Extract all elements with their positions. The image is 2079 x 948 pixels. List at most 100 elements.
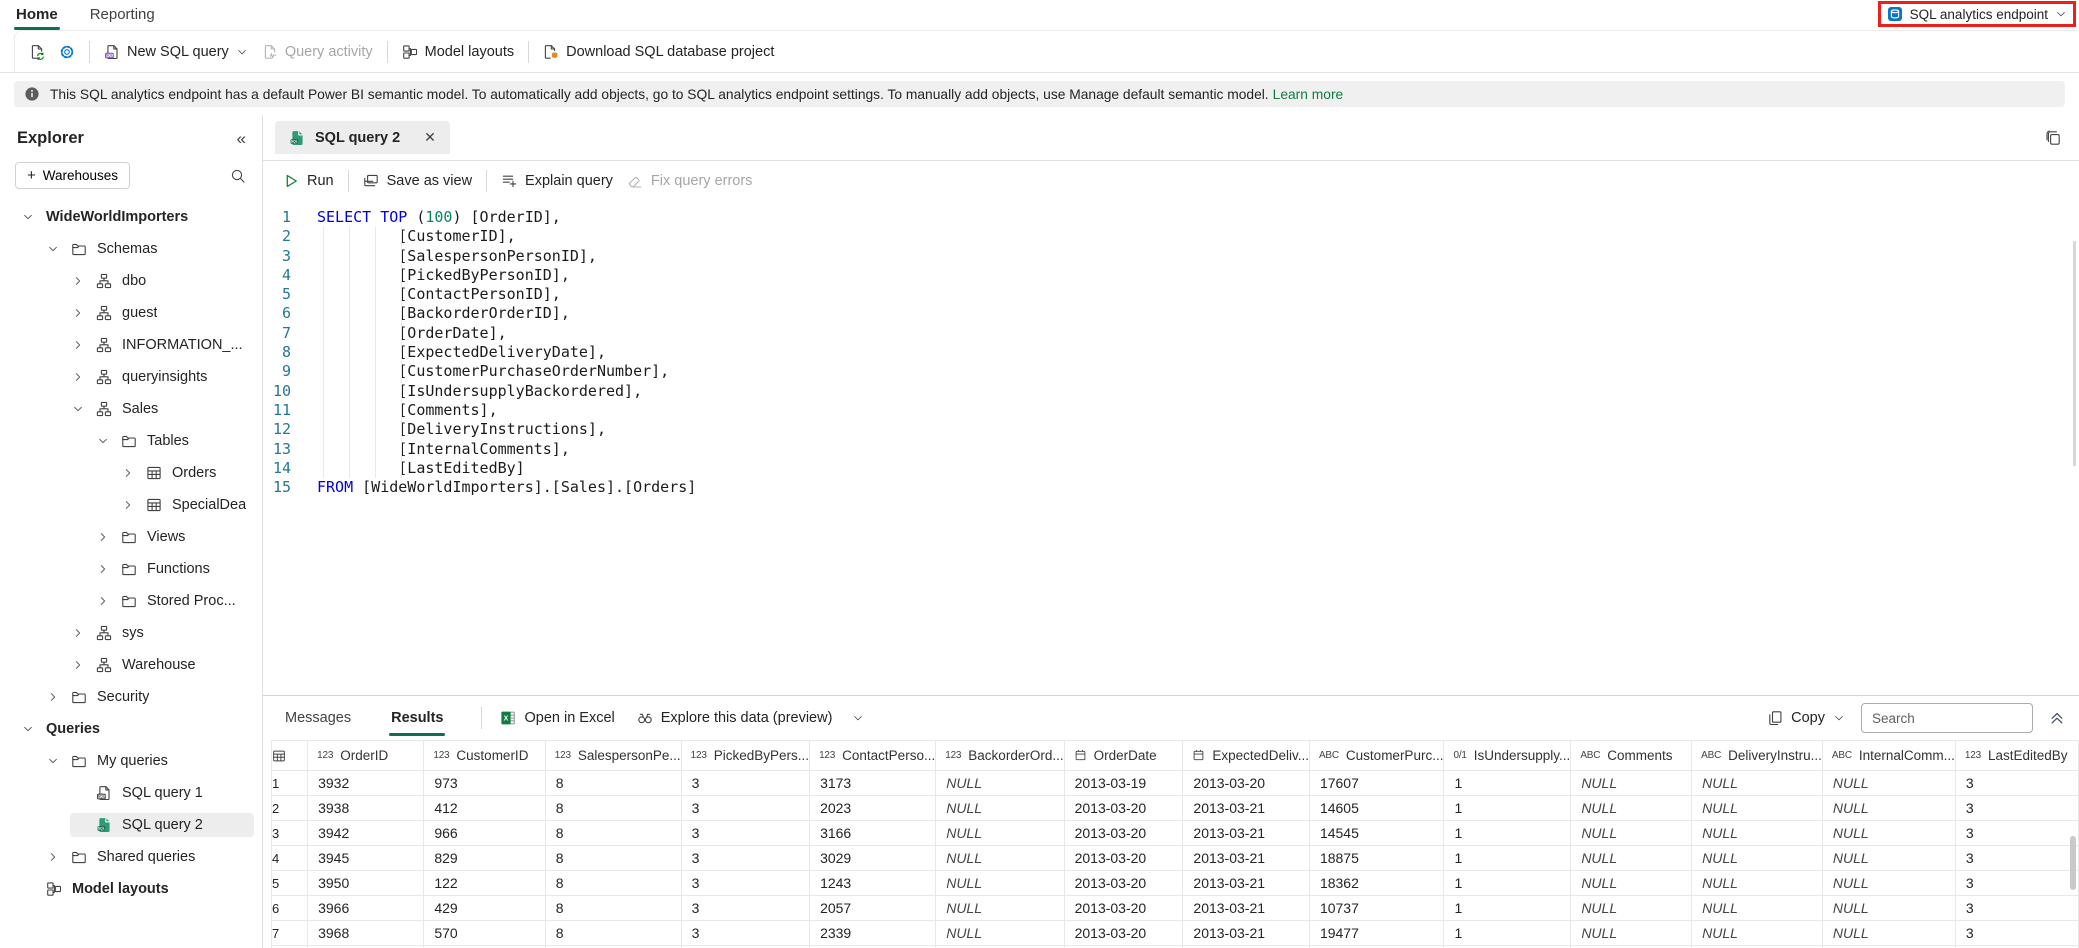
cell[interactable]: 3 — [680, 845, 811, 871]
row-number[interactable]: 7 — [271, 920, 309, 946]
cell[interactable]: 412 — [423, 795, 546, 821]
chevron-right-icon[interactable] — [45, 849, 61, 865]
close-tab-icon[interactable]: ✕ — [424, 129, 436, 146]
cell[interactable]: 8 — [544, 770, 682, 796]
tab-sql-query-2[interactable]: SQL SQL query 2 ✕ — [275, 121, 450, 154]
cell[interactable]: 3 — [1954, 895, 2079, 921]
chevron-down-icon[interactable] — [95, 433, 111, 449]
cell[interactable]: 1 — [1443, 845, 1572, 871]
chevron-down-icon[interactable] — [20, 209, 36, 225]
duplicate-pages-icon[interactable] — [2045, 129, 2061, 146]
tree-item-schemas[interactable]: Schemas — [0, 233, 262, 265]
column-header-orderdate[interactable]: OrderDate — [1063, 740, 1184, 771]
chevron-right-icon[interactable] — [45, 689, 61, 705]
search-icon[interactable] — [230, 168, 246, 184]
cell[interactable]: 2013-03-20 — [1182, 770, 1310, 796]
cell[interactable]: 3 — [680, 870, 811, 896]
cell[interactable]: 2013-03-21 — [1182, 795, 1310, 821]
tree-item-guest[interactable]: guest — [0, 297, 262, 329]
chevron-right-icon[interactable] — [70, 273, 86, 289]
refresh-semantic-model-button[interactable] — [29, 44, 45, 60]
tree-item-sql-query-1[interactable]: SQL SQL query 1 — [0, 777, 262, 809]
cell[interactable]: 2013-03-21 — [1182, 870, 1310, 896]
cell[interactable]: 8 — [544, 845, 682, 871]
column-header-backorderord[interactable]: 123 BackorderOrd... — [935, 740, 1065, 771]
cell[interactable]: 3 — [680, 820, 811, 846]
cell[interactable]: 3942 — [307, 820, 425, 846]
cell[interactable]: 3 — [680, 920, 811, 946]
cell[interactable]: NULL — [935, 820, 1065, 846]
cell[interactable]: 3968 — [307, 920, 425, 946]
cell[interactable]: 8 — [544, 820, 682, 846]
column-header-expecteddeliv[interactable]: ExpectedDeliv... — [1182, 740, 1310, 771]
cell[interactable]: NULL — [1821, 795, 1956, 821]
cell[interactable]: NULL — [1821, 895, 1956, 921]
tree-item-information[interactable]: INFORMATION_... — [0, 329, 262, 361]
copy-button[interactable]: Copy — [1767, 710, 1845, 726]
cell[interactable]: 966 — [423, 820, 546, 846]
cell[interactable]: 2013-03-19 — [1063, 770, 1184, 796]
cell[interactable]: 1 — [1443, 820, 1572, 846]
cell[interactable]: 3 — [1954, 820, 2079, 846]
cell[interactable]: 18875 — [1308, 845, 1445, 871]
cell[interactable]: NULL — [1570, 870, 1693, 896]
cell[interactable]: 3 — [680, 795, 811, 821]
chevron-right-icon[interactable] — [70, 625, 86, 641]
results-scrollbar-thumb[interactable] — [2070, 836, 2076, 890]
cell[interactable]: 3966 — [307, 895, 425, 921]
cell[interactable]: NULL — [935, 920, 1065, 946]
cell[interactable]: 14545 — [1308, 820, 1445, 846]
cell[interactable]: 122 — [423, 870, 546, 896]
tree-item-orders[interactable]: Orders — [0, 457, 262, 489]
cell[interactable]: 3938 — [307, 795, 425, 821]
select-all-corner[interactable] — [271, 740, 309, 771]
row-number[interactable]: 6 — [271, 895, 309, 921]
column-header-customerpurc[interactable]: ABC CustomerPurc... — [1308, 740, 1445, 771]
cell[interactable]: 1 — [1443, 870, 1572, 896]
cell[interactable]: 3 — [680, 770, 811, 796]
cell[interactable]: 14605 — [1308, 795, 1445, 821]
cell[interactable]: 1 — [1443, 895, 1572, 921]
tree-item-specialdea[interactable]: SpecialDea — [0, 489, 262, 521]
cell[interactable]: 2013-03-20 — [1063, 920, 1184, 946]
column-header-isundersupply[interactable]: 0/1 IsUndersupply... — [1443, 740, 1572, 771]
cell[interactable]: 2013-03-20 — [1063, 895, 1184, 921]
cell[interactable]: NULL — [1691, 920, 1823, 946]
tab-reporting[interactable]: Reporting — [88, 0, 157, 31]
column-header-internalcomm[interactable]: ABC InternalComm... — [1821, 740, 1956, 771]
tree-item-sys[interactable]: sys — [0, 617, 262, 649]
tree-item-views[interactable]: Views — [0, 521, 262, 553]
cell[interactable]: NULL — [1691, 820, 1823, 846]
cell[interactable]: 2013-03-21 — [1182, 895, 1310, 921]
cell[interactable]: 2013-03-20 — [1063, 820, 1184, 846]
cell[interactable]: 2013-03-21 — [1182, 820, 1310, 846]
row-number[interactable]: 3 — [271, 820, 309, 846]
save-as-view-button[interactable]: Save as view — [363, 173, 472, 189]
tree-item-functions[interactable]: Functions — [0, 553, 262, 585]
cell[interactable]: NULL — [1570, 920, 1693, 946]
tree-item-sql-query-2[interactable]: SQL SQL query 2 — [0, 809, 262, 841]
cell[interactable]: NULL — [1691, 795, 1823, 821]
tree-item-dbo[interactable]: dbo — [0, 265, 262, 297]
column-header-deliveryinstru[interactable]: ABC DeliveryInstru... — [1691, 740, 1823, 771]
chevron-right-icon[interactable] — [70, 657, 86, 673]
cell[interactable]: NULL — [1691, 770, 1823, 796]
cell[interactable]: 8 — [544, 920, 682, 946]
chevron-right-icon[interactable] — [70, 305, 86, 321]
cell[interactable]: 2013-03-21 — [1182, 845, 1310, 871]
column-header-salespersonpe[interactable]: 123 SalespersonPe... — [544, 740, 682, 771]
cell[interactable]: 3 — [1954, 920, 2079, 946]
cell[interactable]: NULL — [1570, 820, 1693, 846]
chevron-right-icon[interactable] — [120, 497, 136, 513]
settings-button[interactable] — [59, 44, 75, 60]
chevron-right-icon[interactable] — [95, 561, 111, 577]
cell[interactable]: 3945 — [307, 845, 425, 871]
cell[interactable]: 3173 — [809, 770, 937, 796]
cell[interactable]: 1243 — [809, 870, 937, 896]
model-layouts-button[interactable]: Model layouts — [402, 44, 514, 60]
cell[interactable]: 19477 — [1308, 920, 1445, 946]
endpoint-selector[interactable]: SQL analytics endpoint — [1877, 1, 2076, 27]
tree-item-warehouse[interactable]: Warehouse — [0, 649, 262, 681]
tree-item-model-layouts[interactable]: Model layouts — [0, 873, 262, 905]
row-number[interactable]: 4 — [271, 845, 309, 871]
